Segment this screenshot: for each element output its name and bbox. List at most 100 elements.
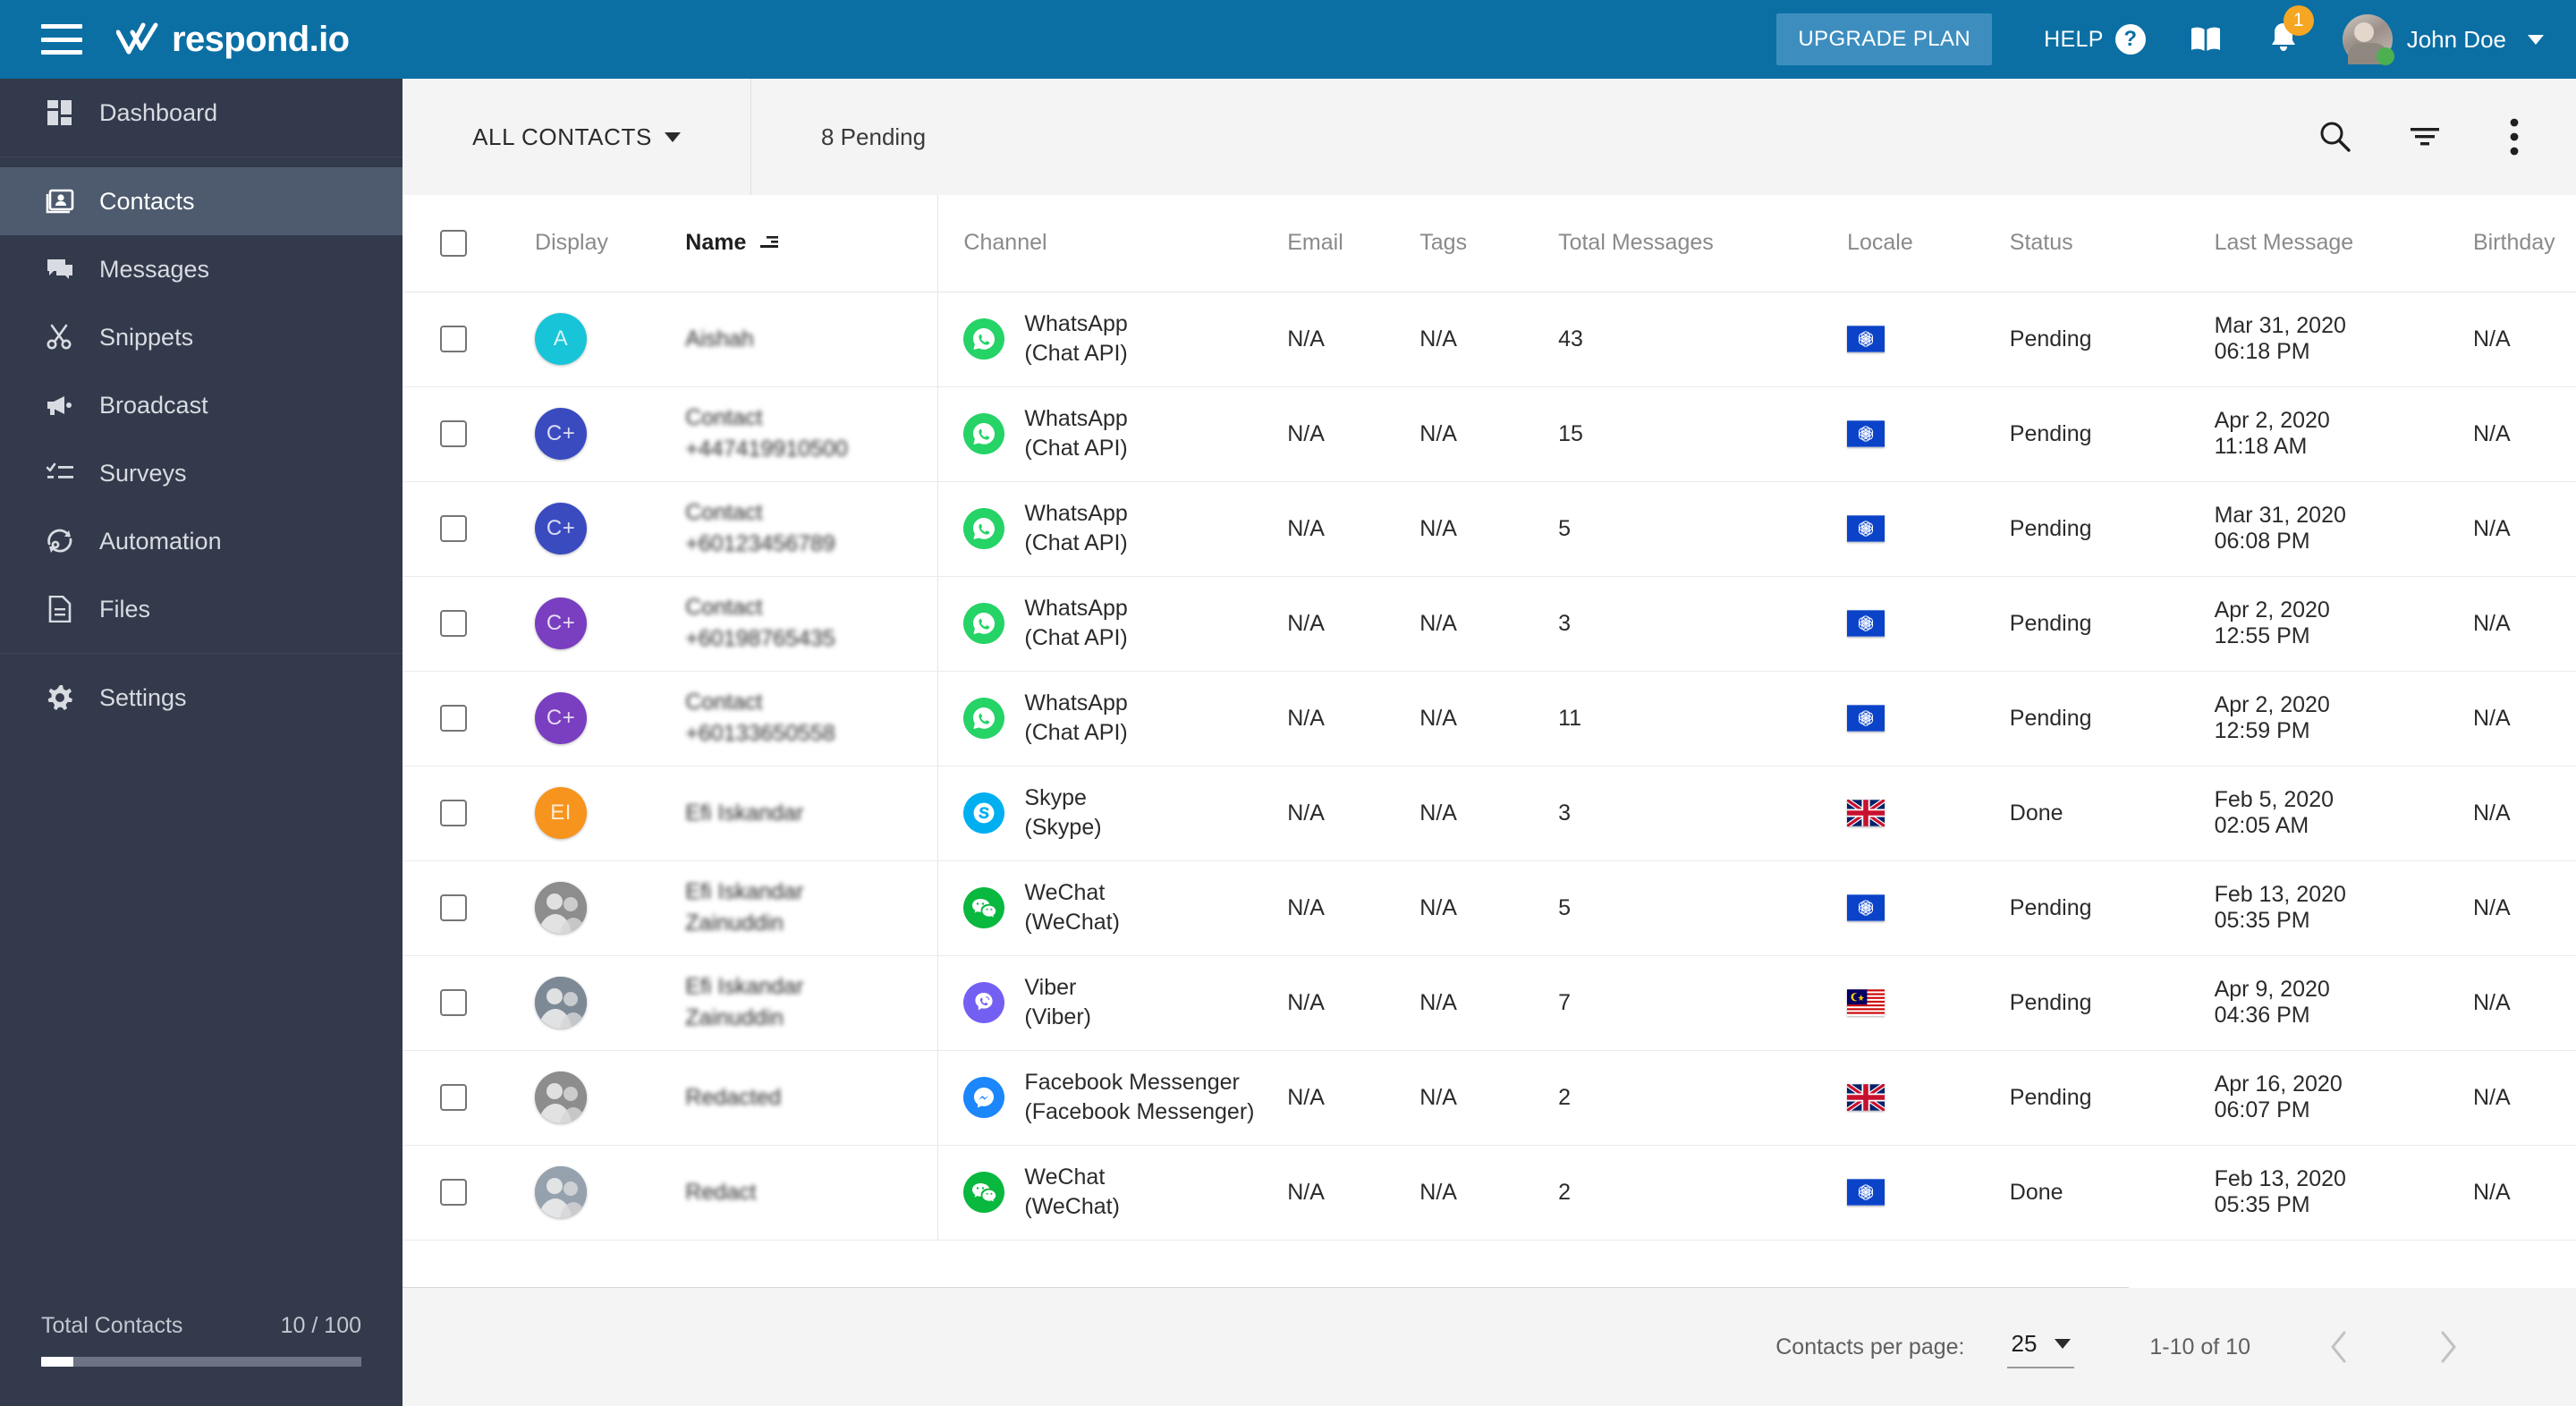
total-contacts-progress-bar bbox=[41, 1357, 361, 1367]
all-contacts-filter-dropdown[interactable]: ALL CONTACTS bbox=[402, 79, 751, 195]
contacts-per-page-select[interactable]: 25 bbox=[2007, 1326, 2075, 1368]
international-flag bbox=[1847, 705, 1885, 732]
row-total-messages-cell: 2 bbox=[1558, 1050, 1848, 1146]
total-contacts-row: Total Contacts 10 / 100 bbox=[41, 1313, 361, 1339]
upgrade-plan-button[interactable]: UPGRADE PLAN bbox=[1776, 13, 1993, 65]
column-header-status[interactable]: Status bbox=[2009, 195, 2215, 292]
sidebar-item-snippets[interactable]: Snippets bbox=[0, 303, 402, 371]
sidebar-item-messages[interactable]: Messages bbox=[0, 235, 402, 303]
row-total-messages-cell: 5 bbox=[1558, 481, 1848, 577]
sidebar-item-settings[interactable]: Settings bbox=[0, 664, 402, 732]
row-status-cell: Pending bbox=[2009, 860, 2215, 956]
sidebar-item-surveys[interactable]: Surveys bbox=[0, 439, 402, 507]
contact-name-line1: Redact bbox=[685, 1179, 757, 1205]
table-row[interactable]: A Aishah WhatsApp (Chat API) N/A N/A 43 Pending… bbox=[402, 292, 2576, 387]
contacts-table-head: Display Name Channel Email Tags Total Me… bbox=[402, 195, 2576, 292]
row-total-messages-cell: 2 bbox=[1558, 1145, 1848, 1241]
app-logo[interactable]: respond.io bbox=[115, 20, 350, 60]
row-checkbox[interactable] bbox=[440, 989, 467, 1016]
search-button[interactable] bbox=[2308, 109, 2363, 165]
table-row[interactable]: EI Efi Iskandar Skype (Skype) N/A N/A 3 Done Feb… bbox=[402, 766, 2576, 861]
international-flag bbox=[1847, 420, 1885, 447]
row-select-cell bbox=[402, 386, 536, 482]
chevron-right-icon bbox=[2441, 1331, 2456, 1363]
column-header-email[interactable]: Email bbox=[1287, 195, 1420, 292]
contact-name-line1: Redacted bbox=[685, 1084, 782, 1110]
row-status-cell: Pending bbox=[2009, 576, 2215, 672]
column-header-birthday[interactable]: Birthday bbox=[2472, 195, 2576, 292]
row-checkbox[interactable] bbox=[440, 326, 467, 352]
table-row[interactable]: Efi Iskandar Zainuddin Viber (Viber) N/A N/A 7… bbox=[402, 955, 2576, 1051]
contact-name-line2: +60123456789 bbox=[685, 531, 835, 556]
column-header-locale[interactable]: Locale bbox=[1847, 195, 2010, 292]
sidebar-item-files[interactable]: Files bbox=[0, 575, 402, 643]
previous-page-button[interactable] bbox=[2318, 1326, 2360, 1368]
table-row[interactable]: C+ Contact +60198765435 WhatsApp (Chat API) N… bbox=[402, 576, 2576, 672]
row-checkbox[interactable] bbox=[440, 1084, 467, 1111]
sidebar-item-contacts[interactable]: Contacts bbox=[0, 167, 402, 235]
row-select-cell bbox=[402, 1050, 536, 1146]
chevron-down-icon bbox=[664, 131, 681, 142]
notification-bell-button[interactable]: 1 bbox=[2267, 4, 2314, 59]
dashboard-grid-icon bbox=[45, 97, 75, 128]
sidebar-item-automation[interactable]: Automation bbox=[0, 507, 402, 575]
row-tags-cell: N/A bbox=[1419, 292, 1559, 387]
table-row[interactable]: C+ Contact +447419910500 WhatsApp (Chat API)… bbox=[402, 386, 2576, 482]
total-contacts-widget: Total Contacts 10 / 100 bbox=[0, 1313, 402, 1406]
row-checkbox[interactable] bbox=[440, 515, 467, 542]
row-checkbox[interactable] bbox=[440, 610, 467, 637]
column-header-last-message[interactable]: Last Message bbox=[2214, 195, 2473, 292]
row-email-cell: N/A bbox=[1287, 955, 1420, 1051]
row-total-messages-cell: 3 bbox=[1558, 766, 1848, 861]
scrollbar-thumb[interactable] bbox=[402, 1286, 2129, 1288]
row-checkbox[interactable] bbox=[440, 420, 467, 447]
table-row[interactable]: Redacted Facebook Messenger (Facebook Mess… bbox=[402, 1050, 2576, 1146]
select-all-checkbox[interactable] bbox=[440, 229, 467, 257]
row-checkbox[interactable] bbox=[440, 705, 467, 732]
row-email-cell: N/A bbox=[1287, 671, 1420, 767]
contact-name-line1: Aishah bbox=[685, 326, 754, 352]
gear-icon bbox=[45, 682, 75, 713]
row-tags-cell: N/A bbox=[1419, 1050, 1559, 1146]
row-last-message-cell: Mar 31, 2020 06:18 PM bbox=[2214, 292, 2473, 387]
row-status-cell: Pending bbox=[2009, 481, 2215, 577]
book-icon[interactable] bbox=[2189, 25, 2223, 54]
table-row[interactable]: C+ Contact +60133650558 WhatsApp (Chat API) N… bbox=[402, 671, 2576, 767]
help-button[interactable]: HELP ? bbox=[2044, 24, 2146, 55]
channel-label: Viber (Viber) bbox=[1024, 975, 1091, 1029]
filter-button[interactable] bbox=[2397, 109, 2453, 165]
row-display-cell: A bbox=[535, 292, 686, 387]
contacts-table-body: A Aishah WhatsApp (Chat API) N/A N/A 43 Pending… bbox=[402, 292, 2576, 1241]
table-row[interactable]: C+ Contact +60123456789 WhatsApp (Chat API) N… bbox=[402, 481, 2576, 577]
avatar bbox=[535, 1166, 588, 1218]
row-email-cell: N/A bbox=[1287, 860, 1420, 956]
column-header-channel[interactable]: Channel bbox=[937, 195, 1288, 292]
table-row[interactable]: Redact WeChat (WeChat) N/A N/A 2 Done Feb 13, 2… bbox=[402, 1145, 2576, 1241]
whatsapp-icon bbox=[963, 603, 1005, 644]
avatar bbox=[2342, 14, 2394, 65]
sidebar-item-dashboard[interactable]: Dashboard bbox=[0, 79, 402, 147]
row-channel-cell: WeChat (WeChat) bbox=[937, 860, 1288, 956]
next-page-button[interactable] bbox=[2428, 1326, 2469, 1368]
column-header-display[interactable]: Display bbox=[535, 195, 686, 292]
more-options-button[interactable] bbox=[2487, 109, 2542, 165]
row-tags-cell: N/A bbox=[1419, 481, 1559, 577]
row-checkbox[interactable] bbox=[440, 1179, 467, 1206]
user-menu[interactable]: John Doe bbox=[2342, 14, 2544, 65]
horizontal-scrollbar[interactable] bbox=[402, 1240, 2576, 1288]
row-checkbox[interactable] bbox=[440, 800, 467, 826]
column-header-total-messages[interactable]: Total Messages bbox=[1558, 195, 1848, 292]
channel-label: WhatsApp (Chat API) bbox=[1024, 406, 1128, 461]
avatar-initials: C+ bbox=[546, 421, 576, 445]
table-row[interactable]: Efi Iskandar Zainuddin WeChat (WeChat) N/A N/… bbox=[402, 860, 2576, 956]
row-display-cell bbox=[535, 860, 686, 956]
hamburger-menu-icon[interactable] bbox=[41, 24, 82, 55]
column-header-tags[interactable]: Tags bbox=[1419, 195, 1559, 292]
row-checkbox[interactable] bbox=[440, 894, 467, 921]
sidebar-item-broadcast[interactable]: Broadcast bbox=[0, 371, 402, 439]
row-email-cell: N/A bbox=[1287, 1050, 1420, 1146]
column-header-name[interactable]: Name bbox=[685, 195, 938, 292]
row-locale-cell bbox=[1847, 766, 2010, 861]
contact-name-line1: Efi Iskandar bbox=[685, 800, 804, 826]
channel-label: WhatsApp (Chat API) bbox=[1024, 501, 1128, 555]
